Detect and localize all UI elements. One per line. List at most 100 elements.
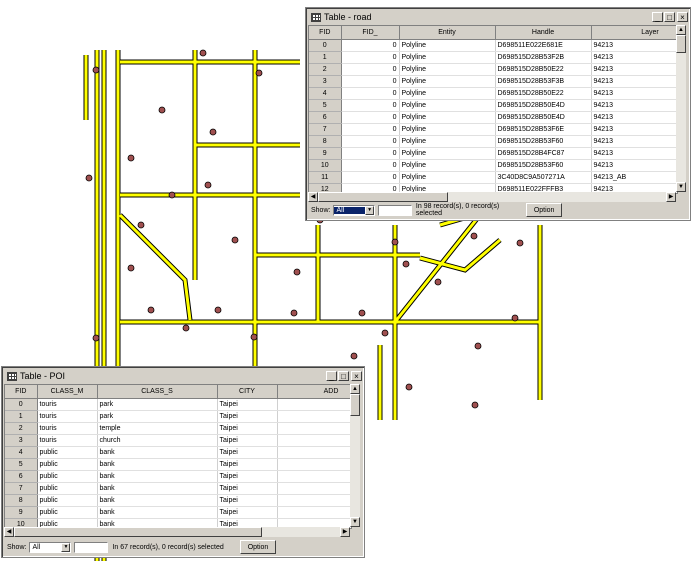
table-cell[interactable]: Polyline (399, 111, 496, 124)
table-cell[interactable]: D698515D28B4FC87 (495, 147, 592, 160)
table-row[interactable]: 8 public bank Taipei (5, 494, 351, 507)
table-row[interactable]: 4 public bank Taipei (5, 446, 351, 459)
poi-point[interactable] (209, 128, 217, 136)
poi-point[interactable] (402, 260, 410, 268)
poi-point[interactable] (214, 306, 222, 314)
table-cell[interactable]: park (97, 410, 218, 423)
column-header[interactable]: CITY (217, 385, 278, 399)
poi-point[interactable] (182, 324, 190, 332)
table-cell[interactable]: Taipei (217, 446, 278, 459)
chevron-down-icon[interactable]: ▼ (61, 542, 71, 552)
poi-point[interactable] (405, 383, 413, 391)
table-cell[interactable]: 0 (341, 63, 400, 76)
table-cell[interactable]: D698515D28B50E4D (495, 99, 592, 112)
table-row[interactable]: 6 0 Polyline D698515D28B50E4D 94213 (309, 111, 677, 124)
poi-point[interactable] (470, 232, 478, 240)
table-cell[interactable]: bank (97, 494, 218, 507)
table-cell[interactable]: 94213 (591, 87, 677, 100)
column-header[interactable]: CLASS_S (97, 385, 218, 399)
table-cell[interactable]: 0 (341, 147, 400, 160)
table-cell[interactable]: 94213 (591, 63, 677, 76)
scroll-down-icon[interactable]: ▼ (350, 517, 360, 527)
poi-table-grid[interactable]: FID CLASS_M CLASS_S CITY ADD 0 touris park Taip… (4, 384, 352, 529)
option-button[interactable]: Option (526, 203, 563, 217)
column-header[interactable]: ADD (277, 385, 351, 399)
poi-point[interactable] (290, 309, 298, 317)
chevron-down-icon[interactable]: ▼ (365, 205, 375, 215)
show-select[interactable]: All ▼ (333, 204, 376, 216)
table-cell[interactable]: public (37, 470, 98, 483)
table-cell[interactable] (277, 446, 351, 459)
table-row[interactable]: 9 public bank Taipei (5, 506, 351, 519)
row-id-cell[interactable]: 8 (5, 494, 38, 507)
row-id-cell[interactable]: 0 (309, 39, 342, 52)
poi-vertical-scrollbar[interactable]: ▲ ▼ (350, 384, 360, 527)
table-cell[interactable]: church (97, 434, 218, 447)
table-cell[interactable]: Taipei (217, 494, 278, 507)
table-cell[interactable]: public (37, 446, 98, 459)
table-cell[interactable]: Polyline (399, 75, 496, 88)
poi-point[interactable] (85, 174, 93, 182)
poi-point[interactable] (127, 154, 135, 162)
poi-point[interactable] (293, 268, 301, 276)
table-cell[interactable] (277, 506, 351, 519)
row-id-cell[interactable]: 7 (309, 123, 342, 136)
row-id-cell[interactable]: 11 (309, 171, 342, 184)
poi-point[interactable] (92, 334, 100, 342)
column-header[interactable]: Entity (399, 26, 496, 40)
scroll-left-icon[interactable]: ◀ (4, 527, 14, 537)
table-cell[interactable]: Polyline (399, 87, 496, 100)
table-cell[interactable]: Polyline (399, 171, 496, 184)
table-cell[interactable]: D698515D28B53F60 (495, 159, 592, 172)
scroll-thumb[interactable] (350, 394, 360, 416)
maximize-button[interactable]: □ (338, 371, 349, 381)
table-cell[interactable]: D698515D28B53F3B (495, 75, 592, 88)
maximize-button[interactable]: □ (664, 12, 675, 22)
poi-point[interactable] (516, 239, 524, 247)
table-cell[interactable]: public (37, 506, 98, 519)
scroll-down-icon[interactable]: ▼ (676, 182, 686, 192)
table-row[interactable]: 9 0 Polyline D698515D28B4FC87 94213 (309, 147, 677, 160)
scroll-up-icon[interactable]: ▲ (676, 25, 686, 35)
poi-point[interactable] (511, 314, 519, 322)
table-cell[interactable]: public (37, 482, 98, 495)
table-row[interactable]: 5 0 Polyline D698515D28B50E4D 94213 (309, 99, 677, 112)
table-cell[interactable]: D698515D28B53F60 (495, 135, 592, 148)
minimize-button[interactable]: _ (652, 12, 663, 22)
table-row[interactable]: 11 0 Polyline 3C40D8C9A507271A 94213_AB (309, 171, 677, 184)
poi-point[interactable] (350, 352, 358, 360)
row-id-cell[interactable]: 8 (309, 135, 342, 148)
table-cell[interactable]: touris (37, 434, 98, 447)
table-cell[interactable]: D698515D28B50E22 (495, 63, 592, 76)
table-cell[interactable]: 94213 (591, 135, 677, 148)
table-cell[interactable]: Taipei (217, 422, 278, 435)
table-cell[interactable]: 94213 (591, 39, 677, 52)
table-cell[interactable]: 0 (341, 135, 400, 148)
road-vertical-scrollbar[interactable]: ▲ ▼ (676, 25, 686, 192)
poi-point[interactable] (471, 401, 479, 409)
table-cell[interactable]: public (37, 458, 98, 471)
table-cell[interactable]: 94213 (591, 123, 677, 136)
row-id-cell[interactable]: 1 (5, 410, 38, 423)
table-row[interactable]: 8 0 Polyline D698515D28B53F60 94213 (309, 135, 677, 148)
row-id-cell[interactable]: 9 (309, 147, 342, 160)
table-cell[interactable]: bank (97, 446, 218, 459)
close-button[interactable]: × (677, 12, 688, 22)
table-row[interactable]: 6 public bank Taipei (5, 470, 351, 483)
table-cell[interactable]: 94213 (591, 159, 677, 172)
table-cell[interactable]: Taipei (217, 410, 278, 423)
table-cell[interactable]: 0 (341, 123, 400, 136)
table-cell[interactable]: D698515D28B53F6E (495, 123, 592, 136)
table-cell[interactable]: 94213 (591, 51, 677, 64)
poi-point[interactable] (474, 342, 482, 350)
poi-point[interactable] (199, 49, 207, 57)
table-cell[interactable]: Taipei (217, 506, 278, 519)
table-cell[interactable]: 0 (341, 51, 400, 64)
table-cell[interactable]: 0 (341, 171, 400, 184)
table-cell[interactable]: Polyline (399, 147, 496, 160)
table-cell[interactable]: 94213 (591, 99, 677, 112)
table-cell[interactable]: Taipei (217, 482, 278, 495)
show-select[interactable]: All ▼ (29, 541, 72, 553)
column-header[interactable]: FID_ (341, 26, 400, 40)
table-cell[interactable] (277, 482, 351, 495)
